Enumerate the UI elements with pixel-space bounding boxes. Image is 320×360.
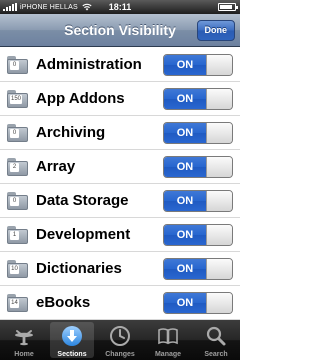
section-name: Array [36, 158, 76, 175]
clock-icon [109, 325, 131, 347]
toggle-thumb[interactable] [206, 225, 232, 245]
tab-changes[interactable]: Changes [96, 320, 144, 360]
tab-manage[interactable]: Manage [144, 320, 192, 360]
section-name: Development [36, 226, 131, 243]
book-icon [157, 325, 179, 347]
section-count-badge: 2 [10, 163, 19, 172]
tab-label: Changes [105, 351, 135, 358]
battery-icon [218, 3, 238, 11]
navigation-bar: Section Visibility Done [0, 14, 240, 47]
section-row: 0 Administration ON [0, 48, 240, 82]
section-row: 0 Archiving ON [0, 116, 240, 150]
visibility-toggle[interactable]: ON [163, 258, 233, 280]
toggle-on-label: ON [164, 259, 206, 279]
section-list[interactable]: 0 Administration ON 150 App Addons ON 0 Archivi… [0, 48, 240, 320]
section-name: eBooks [36, 294, 91, 311]
magnifier-icon [205, 325, 227, 347]
section-row: 14 eBooks ON [0, 286, 240, 320]
tab-sections[interactable]: Sections [48, 320, 96, 360]
tab-label: Sections [57, 351, 87, 358]
toggle-thumb[interactable] [206, 123, 232, 143]
toggle-thumb[interactable] [206, 259, 232, 279]
section-name: App Addons [36, 90, 125, 107]
tab-label: Search [204, 351, 228, 358]
toggle-on-label: ON [164, 157, 206, 177]
section-name: Dictionaries [36, 260, 122, 277]
tab-home[interactable]: Home [0, 320, 48, 360]
section-count-badge: 0 [10, 61, 19, 70]
visibility-toggle[interactable]: ON [163, 122, 233, 144]
status-time: 18:11 [108, 2, 132, 12]
toggle-thumb[interactable] [206, 191, 232, 211]
section-row: 150 App Addons ON [0, 82, 240, 116]
toggle-on-label: ON [164, 293, 206, 313]
download-arrow-icon [61, 325, 83, 347]
tab-label: Manage [154, 351, 182, 358]
section-count-badge: 150 [10, 95, 23, 104]
visibility-toggle[interactable]: ON [163, 190, 233, 212]
folder-icon: 2 [7, 158, 28, 176]
folder-icon: 10 [7, 260, 28, 278]
section-count-badge: 0 [10, 197, 19, 206]
section-name: Data Storage [36, 192, 129, 209]
done-button[interactable]: Done [196, 20, 235, 41]
section-row: 1 Development ON [0, 218, 240, 252]
tab-label: Home [14, 351, 34, 358]
folder-icon: 150 [7, 90, 28, 108]
visibility-toggle[interactable]: ON [163, 54, 233, 76]
toggle-on-label: ON [164, 89, 206, 109]
section-count-badge: 1 [10, 231, 19, 240]
toggle-thumb[interactable] [206, 293, 232, 313]
section-count-badge: 0 [10, 129, 19, 138]
toggle-thumb[interactable] [206, 89, 232, 109]
folder-icon: 0 [7, 56, 28, 74]
toggle-on-label: ON [164, 55, 206, 75]
folder-icon: 0 [7, 192, 28, 210]
toggle-thumb[interactable] [206, 55, 232, 75]
tab-bar: Home Sections Changes Manage Search [0, 320, 240, 360]
folder-icon: 1 [7, 226, 28, 244]
visibility-toggle[interactable]: ON [163, 224, 233, 246]
folder-icon: 14 [7, 294, 28, 312]
visibility-toggle[interactable]: ON [163, 88, 233, 110]
folder-icon: 0 [7, 124, 28, 142]
section-row: 0 Data Storage ON [0, 184, 240, 218]
toggle-on-label: ON [164, 191, 206, 211]
section-name: Archiving [36, 124, 106, 141]
section-count-badge: 14 [10, 299, 19, 308]
toggle-thumb[interactable] [206, 157, 232, 177]
tab-search[interactable]: Search [192, 320, 240, 360]
visibility-toggle[interactable]: ON [163, 292, 233, 314]
section-row: 2 Array ON [0, 150, 240, 184]
toggle-on-label: ON [164, 123, 206, 143]
visibility-toggle[interactable]: ON [163, 156, 233, 178]
home-icon [13, 325, 35, 347]
section-row: 10 Dictionaries ON [0, 252, 240, 286]
section-name: Administration [36, 56, 142, 73]
section-count-badge: 10 [10, 265, 19, 274]
status-bar: iPHONE HELLAS 18:11 [0, 0, 240, 14]
toggle-on-label: ON [164, 225, 206, 245]
